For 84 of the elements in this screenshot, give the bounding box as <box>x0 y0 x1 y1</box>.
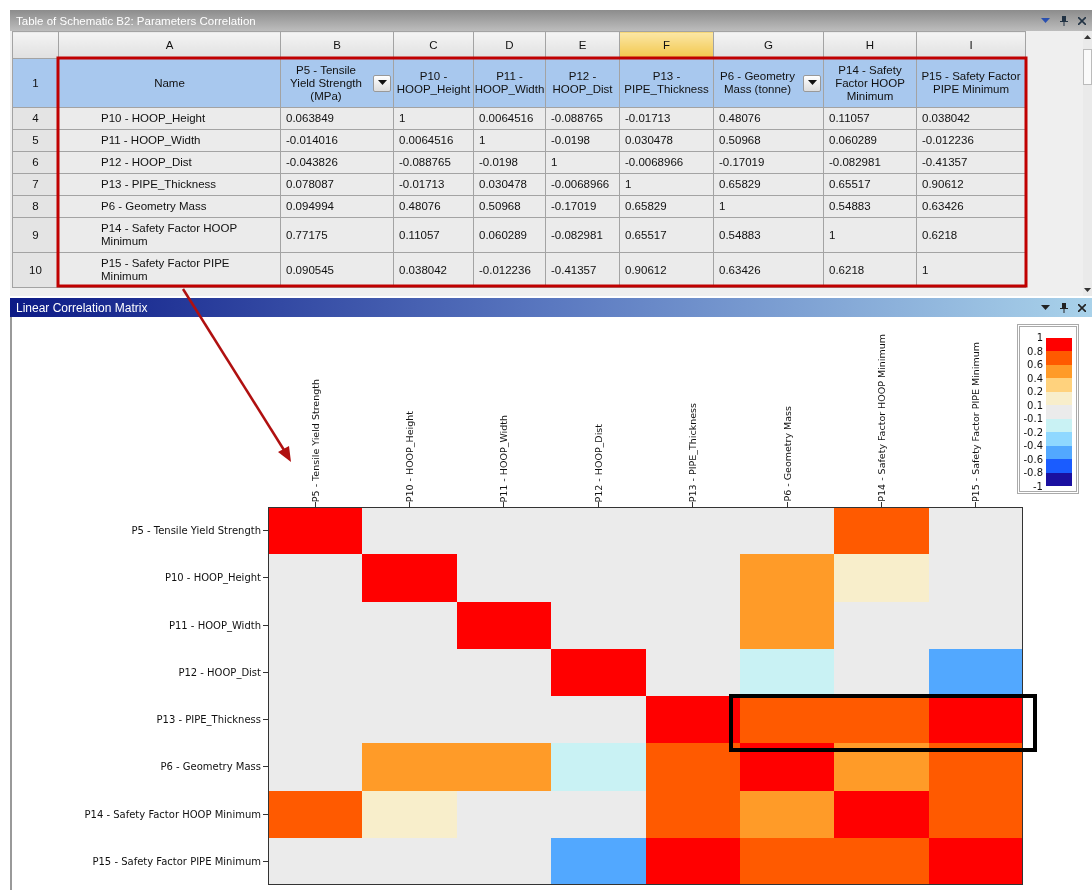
legend-label: 0.6 <box>1027 358 1043 372</box>
column-header[interactable]: E <box>545 31 620 59</box>
table-cell: P11 - HOOP_Width <box>58 129 281 152</box>
column-header[interactable]: B <box>280 31 394 59</box>
table-cell: 0.060289 <box>473 217 546 253</box>
legend-label: 0.2 <box>1027 385 1043 399</box>
scroll-up-icon[interactable] <box>1084 35 1091 39</box>
scrollbar-thumb[interactable] <box>1083 49 1092 85</box>
column-header[interactable]: G <box>713 31 824 59</box>
header-text: P11 - HOOP_Width <box>474 70 545 96</box>
header-text: P14 - Safety Factor HOOP Minimum <box>834 63 906 103</box>
table-cell: P14 - Safety Factor HOOP Minimum <box>58 217 281 253</box>
row-number: 7 <box>12 173 59 196</box>
table-cell: 0.65517 <box>619 217 714 253</box>
header-text: P10 - HOOP_Height <box>396 70 471 96</box>
row-label: P10 - HOOP_Height <box>164 572 261 584</box>
header-text: P12 - HOOP_Dist <box>551 70 614 96</box>
pin-icon[interactable] <box>1060 302 1068 313</box>
column-header[interactable]: F <box>619 31 714 59</box>
legend-label: -0.8 <box>1023 466 1043 480</box>
header-text: P15 - Safety Factor PIPE Minimum <box>920 70 1022 96</box>
close-icon[interactable] <box>1078 16 1086 25</box>
column-header[interactable]: A <box>58 31 281 59</box>
corner-cell <box>12 31 59 59</box>
scroll-down-icon[interactable] <box>1084 288 1091 292</box>
column-label: P5 - Tensile Yield Strength <box>309 378 321 502</box>
pin-icon[interactable] <box>1060 15 1068 26</box>
column-label: P13 - PIPE_Thickness <box>687 402 699 502</box>
legend-label: 0.1 <box>1027 398 1043 412</box>
table-cell: 0.54883 <box>713 217 824 253</box>
row-number: 6 <box>12 151 59 174</box>
table-cell: -0.082981 <box>545 217 620 253</box>
table-cell: P12 - HOOP_Dist <box>58 151 281 174</box>
column-label: P10 - HOOP_Height <box>404 410 416 502</box>
legend-label: -0.1 <box>1023 412 1043 426</box>
table-cell: 0.11057 <box>393 217 474 253</box>
row-number: 5 <box>12 129 59 152</box>
header-text: P5 - Tensile Yield Strength (MPa) <box>289 63 363 103</box>
row-number: 9 <box>12 217 59 253</box>
column-header[interactable]: H <box>823 31 917 59</box>
column-label: P6 - Geometry Mass <box>781 406 793 502</box>
scrollbar[interactable] <box>1083 31 1092 296</box>
row-number: 10 <box>12 252 59 288</box>
legend-label: 0.4 <box>1027 371 1043 385</box>
dropdown-icon[interactable] <box>1041 304 1050 311</box>
legend-label: 0.8 <box>1027 344 1043 358</box>
row-label: P14 - Safety Factor HOOP Minimum <box>84 808 261 820</box>
column-header[interactable]: I <box>916 31 1026 59</box>
table-cell: 1 <box>823 217 917 253</box>
caret-icon <box>807 80 817 86</box>
column-label: P12 - HOOP_Dist <box>592 423 604 502</box>
table-cell: P10 - HOOP_Height <box>58 107 281 130</box>
row-label: P11 - HOOP_Width <box>168 619 261 631</box>
column-label: P14 - Safety Factor HOOP Minimum <box>876 334 888 502</box>
row-label: P15 - Safety Factor PIPE Minimum <box>92 855 261 867</box>
legend-label: 1 <box>1036 331 1043 345</box>
row-label: P5 - Tensile Yield Strength <box>131 525 261 537</box>
column-header[interactable]: D <box>473 31 546 59</box>
legend-label: -0.2 <box>1023 425 1043 439</box>
legend-label: -0.4 <box>1023 439 1043 453</box>
table-cell: P13 - PIPE_Thickness <box>58 173 281 196</box>
table-cell: 0.6218 <box>916 217 1026 253</box>
filter-button[interactable] <box>373 74 391 92</box>
row-label: P6 - Geometry Mass <box>160 761 261 773</box>
row-number: 1 <box>12 58 59 108</box>
close-icon[interactable] <box>1078 303 1086 312</box>
panel-title: Table of Schematic B2: Parameters Correlation <box>16 14 257 27</box>
table-cell: P6 - Geometry Mass <box>58 195 281 218</box>
row-label: P13 - PIPE_Thickness <box>156 714 261 726</box>
column-label: P15 - Safety Factor PIPE Minimum <box>970 341 982 502</box>
filter-button[interactable] <box>803 74 821 92</box>
header-text: P13 - PIPE_Thickness <box>623 70 710 96</box>
header-text: Name <box>154 76 185 90</box>
panel-title: Linear Correlation Matrix <box>16 300 149 315</box>
legend-label: -0.6 <box>1023 452 1043 466</box>
caret-icon <box>377 80 387 86</box>
row-number: 8 <box>12 195 59 218</box>
column-header[interactable]: C <box>393 31 474 59</box>
row-label: P12 - HOOP_Dist <box>178 666 261 678</box>
table-cell: 0.77175 <box>280 217 394 253</box>
legend-label: -1 <box>1033 479 1043 493</box>
header-text: P6 - Geometry Mass (tonne) <box>719 70 796 96</box>
column-label: P11 - HOOP_Width <box>498 414 510 502</box>
row-number: 4 <box>12 107 59 130</box>
